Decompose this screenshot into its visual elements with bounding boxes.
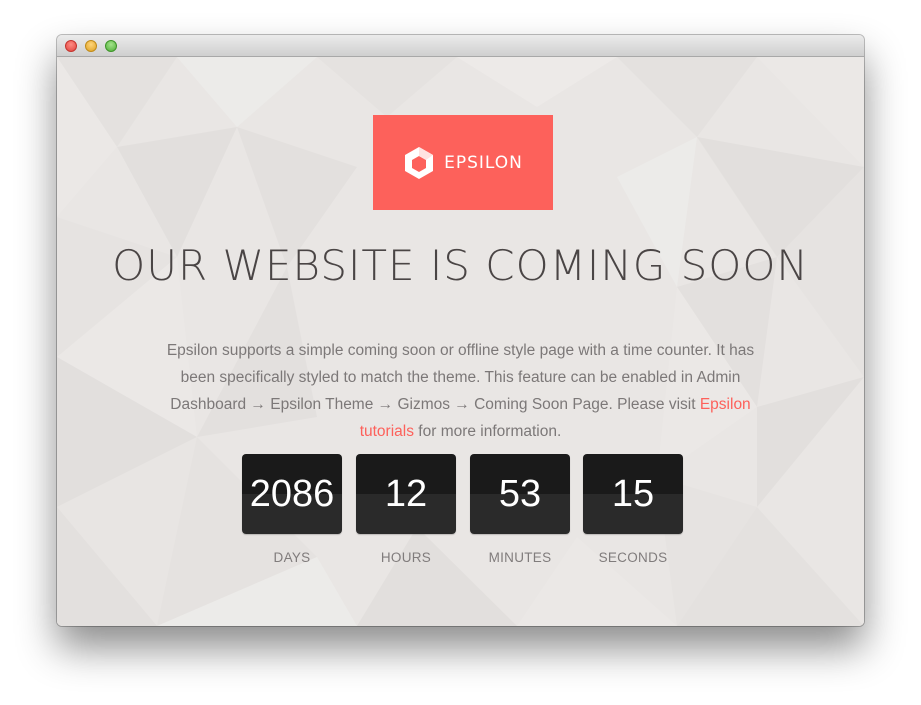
days-value: 2086 — [242, 454, 342, 534]
headline-text: OUR WEBSITE IS COMING SOON — [112, 241, 809, 290]
description-paragraph: Epsilon supports a simple coming soon or… — [152, 337, 769, 445]
maximize-window-button[interactable] — [105, 40, 117, 52]
minutes-label: MINUTES — [488, 550, 552, 565]
countdown-hours: 12 HOURS — [356, 454, 456, 565]
minutes-value: 53 — [470, 454, 570, 534]
countdown-timer: 2086 DAYS 12 HOURS 53 MINUTES 15 SECONDS — [242, 454, 684, 584]
days-label: DAYS — [273, 550, 311, 565]
hours-label: HOURS — [380, 550, 432, 565]
countdown-minutes: 53 MINUTES — [470, 454, 570, 565]
brand-name: EPSILON — [444, 152, 523, 173]
countdown-seconds: 15 SECONDS — [583, 454, 683, 565]
hexagon-icon — [405, 146, 434, 179]
minimize-window-button[interactable] — [85, 40, 97, 52]
description-suffix: for more information. — [418, 423, 562, 440]
brand-logo[interactable]: EPSILON — [373, 115, 553, 210]
browser-window: EPSILON OUR WEBSITE IS COMING SOON Epsil… — [57, 35, 864, 626]
hours-value: 12 — [356, 454, 456, 534]
coming-soon-page: EPSILON OUR WEBSITE IS COMING SOON Epsil… — [57, 57, 864, 626]
seconds-value: 15 — [583, 454, 683, 534]
window-titlebar — [57, 35, 864, 57]
page-headline: OUR WEBSITE IS COMING SOON — [57, 241, 864, 290]
description-text: Epsilon supports a simple coming soon or… — [166, 342, 755, 413]
seconds-label: SECONDS — [598, 550, 668, 565]
close-window-button[interactable] — [65, 40, 77, 52]
countdown-days: 2086 DAYS — [242, 454, 342, 565]
